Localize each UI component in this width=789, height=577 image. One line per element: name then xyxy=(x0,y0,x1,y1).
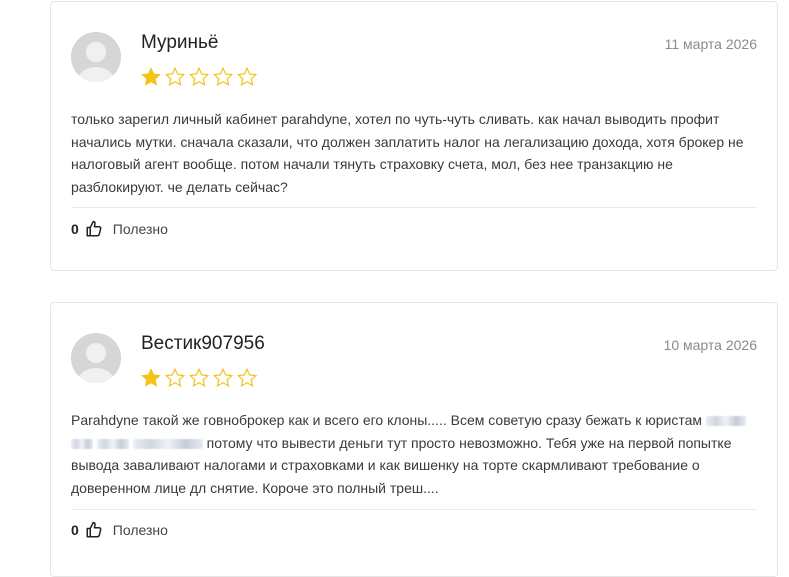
star-empty-icon xyxy=(188,66,210,87)
star-empty-icon xyxy=(212,66,234,87)
review-text: Parahdyne такой же говноброкер как и все… xyxy=(71,409,761,499)
divider xyxy=(71,509,757,510)
star-empty-icon xyxy=(236,66,258,87)
star-empty-icon xyxy=(164,367,186,388)
thumbs-up-icon[interactable] xyxy=(85,220,103,238)
review-card: Муриньё 11 марта 2026 только зарегил лич… xyxy=(50,1,778,271)
redacted-text xyxy=(132,438,203,449)
star-empty-icon xyxy=(188,367,210,388)
helpful-feedback: 0 Полезно xyxy=(71,521,168,539)
author-name: Муриньё xyxy=(141,32,219,53)
star-filled-icon xyxy=(141,67,161,86)
thumbs-up-icon[interactable] xyxy=(85,521,103,539)
helpful-button[interactable]: Полезно xyxy=(113,522,168,538)
rating-stars xyxy=(140,367,258,389)
review-date: 11 марта 2026 xyxy=(664,36,757,52)
redacted-text xyxy=(705,416,746,427)
avatar-placeholder-icon xyxy=(71,32,121,82)
helpful-count: 0 xyxy=(71,221,79,237)
star-empty-icon xyxy=(212,367,234,388)
avatar-placeholder-icon xyxy=(71,333,121,383)
author-name: Вестик907956 xyxy=(141,333,265,354)
avatar xyxy=(71,333,121,383)
avatar xyxy=(71,32,121,82)
helpful-button[interactable]: Полезно xyxy=(113,221,168,237)
divider xyxy=(71,207,757,208)
review-text: только зарегил личный кабинет parahdyne,… xyxy=(71,111,744,195)
star-filled-icon xyxy=(141,368,161,387)
star-empty-icon xyxy=(236,367,258,388)
review-text-start: Parahdyne такой же говноброкер как и все… xyxy=(71,412,703,428)
review-date: 10 марта 2026 xyxy=(663,337,757,353)
star-empty-icon xyxy=(164,66,186,87)
helpful-feedback: 0 Полезно xyxy=(71,220,168,238)
redacted-text xyxy=(96,438,129,449)
redacted-text xyxy=(71,438,93,449)
helpful-count: 0 xyxy=(71,522,79,538)
review-card: Вестик907956 10 марта 2026 Parahdyne так… xyxy=(50,302,778,577)
rating-stars xyxy=(140,66,258,88)
